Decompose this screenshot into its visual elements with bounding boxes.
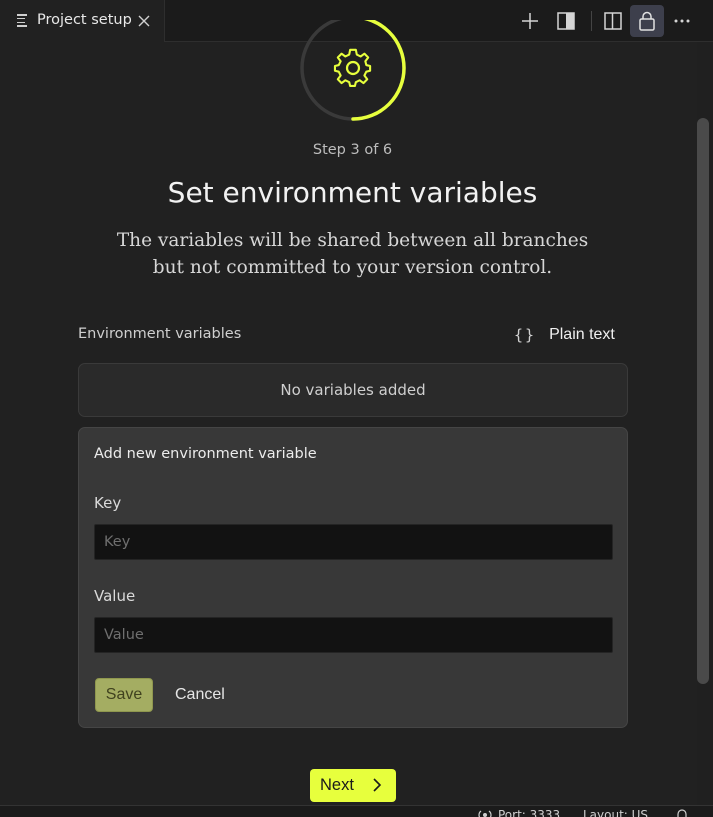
- more-icon: [674, 19, 690, 23]
- value-label: Value: [94, 587, 136, 605]
- split-editor-icon: [604, 12, 622, 30]
- bell-icon: [677, 809, 687, 817]
- env-variables-label: Environment variables: [78, 326, 242, 342]
- tab-project-setup[interactable]: Project setup: [0, 0, 165, 42]
- empty-state-text: No variables added: [280, 381, 426, 399]
- new-tab-button[interactable]: [513, 5, 547, 37]
- plus-icon: [522, 13, 538, 29]
- broadcast-icon: [478, 810, 492, 817]
- toolbar-divider: [591, 11, 592, 31]
- progress-ring: [300, 20, 406, 121]
- subtitle-line-1: The variables will be shared between all…: [116, 230, 589, 251]
- panel-icon: [557, 12, 575, 30]
- split-editor-button[interactable]: [596, 5, 630, 37]
- notifications-button[interactable]: [675, 808, 689, 817]
- list-icon: [17, 14, 27, 27]
- more-actions-button[interactable]: [665, 5, 699, 37]
- key-label: Key: [94, 494, 122, 512]
- page-subtitle: The variables will be shared between all…: [0, 227, 705, 281]
- subtitle-line-2: but not committed to your version contro…: [152, 257, 553, 278]
- plain-text-toggle[interactable]: {} Plain text: [514, 323, 615, 347]
- next-label: Next: [320, 776, 354, 794]
- port-status[interactable]: Port: 3333: [477, 808, 560, 817]
- key-input[interactable]: [94, 524, 613, 560]
- close-icon[interactable]: [136, 13, 152, 29]
- cancel-button[interactable]: Cancel: [171, 678, 229, 712]
- status-bar: Port: 3333 Layout: US: [0, 805, 713, 817]
- plain-text-label: Plain text: [549, 326, 615, 343]
- value-input[interactable]: [94, 617, 613, 653]
- next-button[interactable]: Next: [310, 769, 396, 802]
- layout-text: Layout: US: [583, 808, 649, 817]
- braces-icon: {}: [514, 326, 537, 344]
- toggle-panel-button[interactable]: [549, 5, 583, 37]
- form-title: Add new environment variable: [94, 446, 317, 462]
- save-button[interactable]: Save: [95, 678, 153, 712]
- layout-status[interactable]: Layout: US: [583, 808, 648, 817]
- tab-label: Project setup: [37, 12, 132, 28]
- lock-button[interactable]: [630, 5, 664, 37]
- step-indicator: Step 3 of 6: [312, 142, 393, 158]
- lock-icon: [639, 11, 655, 31]
- add-variable-form: Add new environment variable Key Value S…: [78, 427, 628, 728]
- variables-list-empty: No variables added: [78, 363, 628, 417]
- chevron-right-icon: [373, 778, 382, 792]
- port-text: Port: 3333: [498, 808, 561, 817]
- scrollbar-thumb[interactable]: [697, 118, 709, 684]
- page-title: Set environment variables: [167, 176, 538, 209]
- gear-icon: [333, 48, 372, 87]
